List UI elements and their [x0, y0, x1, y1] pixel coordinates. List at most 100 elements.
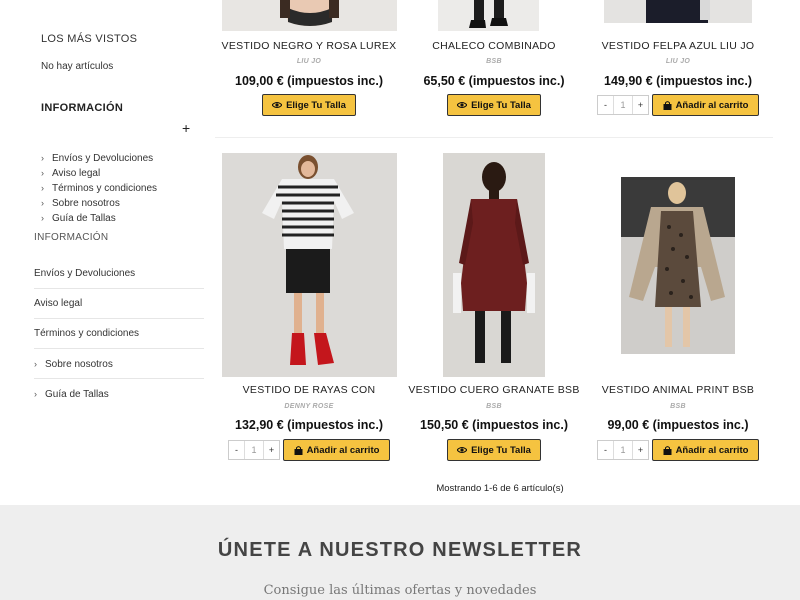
- quantity-increment-button[interactable]: +: [264, 441, 279, 459]
- eye-icon: [272, 102, 283, 108]
- product-card: VESTIDO ANIMAL PRINT BSB BSB 99,00 € (im…: [588, 380, 768, 470]
- price-value: 65,50 €: [423, 74, 466, 88]
- choose-size-button[interactable]: Elige Tu Talla: [447, 439, 541, 461]
- product-name[interactable]: CHALECO COMBINADO: [404, 40, 584, 52]
- eye-icon: [457, 447, 468, 453]
- chevron-right-icon: ›: [41, 168, 44, 178]
- newsletter-subtitle: Consigue las últimas ofertas y novedades: [263, 583, 537, 598]
- product-name[interactable]: VESTIDO ANIMAL PRINT BSB: [588, 384, 768, 396]
- quantity-stepper: - 1 +: [597, 440, 649, 460]
- product-price: 99,00 € (impuestos inc.): [588, 418, 768, 432]
- product-name[interactable]: VESTIDO CUERO GRANATE BSB: [404, 384, 584, 396]
- info-link-label: Términos y condiciones: [52, 183, 158, 194]
- info-heading: INFORMACIÓN: [41, 102, 124, 114]
- info-link-aviso-legal[interactable]: Aviso legal: [34, 289, 204, 319]
- product-name[interactable]: VESTIDO DE RAYAS CON: [219, 384, 399, 396]
- button-label: Elige Tu Talla: [471, 99, 531, 111]
- price-tax-note: (impuestos inc.): [287, 418, 383, 432]
- product-price: 150,50 € (impuestos inc.): [404, 418, 584, 432]
- button-label: Añadir al carrito: [675, 99, 749, 111]
- info-link-label: Sobre nosotros: [45, 359, 113, 370]
- product-card: VESTIDO CUERO GRANATE BSB BSB 150,50 € (…: [404, 380, 584, 470]
- product-brand: LIU JO: [296, 58, 322, 65]
- quantity-input[interactable]: 1: [613, 441, 633, 459]
- choose-size-button[interactable]: Elige Tu Talla: [447, 94, 541, 116]
- product-brand: BSB: [670, 403, 686, 410]
- quantity-input[interactable]: 1: [613, 96, 633, 114]
- add-to-cart-button[interactable]: Añadir al carrito: [652, 94, 759, 116]
- chevron-right-icon: ›: [41, 198, 44, 208]
- shopping-bag-icon: [294, 445, 303, 455]
- button-label: Añadir al carrito: [306, 444, 380, 456]
- info-link-terminos[interactable]: › Términos y condiciones: [41, 181, 157, 196]
- price-value: 150,50 €: [420, 418, 469, 432]
- info-link-guia-tallas[interactable]: › Guía de Tallas: [41, 211, 157, 226]
- info-link-label: Aviso legal: [52, 168, 101, 179]
- info-links-list: › Envíos y Devoluciones › Aviso legal › Tér…: [41, 151, 157, 226]
- quantity-stepper: - 1 +: [228, 440, 280, 460]
- product-card: VESTIDO FELPA AZUL LIU JO LIU JO 149,90 …: [588, 0, 768, 130]
- price-tax-note: (impuestos inc.): [287, 74, 383, 88]
- product-price: 65,50 € (impuestos inc.): [404, 74, 584, 88]
- price-value: 99,00 €: [607, 418, 650, 432]
- newsletter-title: ÚNETE A NUESTRO NEWSLETTER: [217, 539, 583, 561]
- price-tax-note: (impuestos inc.): [472, 418, 568, 432]
- product-brand: BSB: [486, 58, 502, 65]
- chevron-right-icon: ›: [41, 183, 44, 193]
- button-label: Añadir al carrito: [675, 444, 749, 456]
- product-image[interactable]: [443, 153, 545, 377]
- info-link-label: Aviso legal: [34, 298, 83, 309]
- quantity-decrement-button[interactable]: -: [598, 441, 613, 459]
- add-to-cart-button[interactable]: Añadir al carrito: [652, 439, 759, 461]
- button-label: Elige Tu Talla: [286, 99, 346, 111]
- price-value: 109,00 €: [235, 74, 284, 88]
- info-link-guia-tallas[interactable]: › Guía de Tallas: [34, 379, 204, 409]
- info-links-list-secondary: Envíos y Devoluciones Aviso legal Términ…: [34, 259, 204, 409]
- price-tax-note: (impuestos inc.): [656, 74, 752, 88]
- info-link-sobre-nosotros[interactable]: › Sobre nosotros: [34, 349, 204, 379]
- info-link-label: Sobre nosotros: [52, 198, 120, 209]
- product-price: 132,90 € (impuestos inc.): [219, 418, 399, 432]
- price-tax-note: (impuestos inc.): [468, 74, 565, 88]
- quantity-input[interactable]: 1: [244, 441, 264, 459]
- info-link-label: Envíos y Devoluciones: [34, 268, 136, 279]
- pagination-summary: Mostrando 1-6 de 6 artículo(s): [436, 483, 564, 494]
- info-link-label: Envíos y Devoluciones: [52, 153, 154, 164]
- product-image[interactable]: [621, 177, 735, 354]
- chevron-right-icon: ›: [41, 153, 44, 163]
- quantity-increment-button[interactable]: +: [633, 441, 648, 459]
- most-viewed-heading: LOS MÁS VISTOS: [41, 33, 138, 45]
- product-name[interactable]: VESTIDO FELPA AZUL LIU JO: [588, 40, 768, 52]
- eye-icon: [457, 102, 468, 108]
- info-link-envios[interactable]: Envíos y Devoluciones: [34, 259, 204, 289]
- quantity-increment-button[interactable]: +: [633, 96, 648, 114]
- expand-plus-icon[interactable]: +: [182, 120, 190, 136]
- newsletter-section: ÚNETE A NUESTRO NEWSLETTER Consigue las …: [0, 505, 800, 600]
- quantity-decrement-button[interactable]: -: [598, 96, 613, 114]
- chevron-right-icon: ›: [34, 389, 37, 399]
- add-to-cart-button[interactable]: Añadir al carrito: [283, 439, 390, 461]
- product-price: 149,90 € (impuestos inc.): [588, 74, 768, 88]
- shopping-bag-icon: [663, 445, 672, 455]
- info-link-terminos[interactable]: Términos y condiciones: [34, 319, 204, 349]
- info-link-aviso-legal[interactable]: › Aviso legal: [41, 166, 157, 181]
- product-image[interactable]: [222, 153, 397, 377]
- info-link-label: Guía de Tallas: [52, 213, 116, 224]
- product-photo-striped-dress: [222, 153, 397, 377]
- choose-size-button[interactable]: Elige Tu Talla: [262, 94, 356, 116]
- info-link-envios[interactable]: › Envíos y Devoluciones: [41, 151, 157, 166]
- quantity-decrement-button[interactable]: -: [229, 441, 244, 459]
- no-items-text: No hay artículos: [41, 61, 114, 72]
- product-price: 109,00 € (impuestos inc.): [219, 74, 399, 88]
- price-tax-note: (impuestos inc.): [652, 418, 749, 432]
- product-card: VESTIDO NEGRO Y ROSA LUREX LIU JO 109,00…: [219, 0, 399, 130]
- product-card: CHALECO COMBINADO BSB 65,50 € (impuestos…: [404, 0, 584, 130]
- product-photo-leather-dress: [443, 153, 545, 377]
- row-divider: [215, 137, 773, 138]
- page: LOS MÁS VISTOS No hay artículos INFORMAC…: [0, 0, 800, 600]
- product-brand: BSB: [486, 403, 502, 410]
- info-link-label: Términos y condiciones: [34, 328, 140, 339]
- product-brand: LIU JO: [665, 58, 691, 65]
- info-link-sobre-nosotros[interactable]: › Sobre nosotros: [41, 196, 157, 211]
- product-name[interactable]: VESTIDO NEGRO Y ROSA LUREX: [219, 40, 399, 52]
